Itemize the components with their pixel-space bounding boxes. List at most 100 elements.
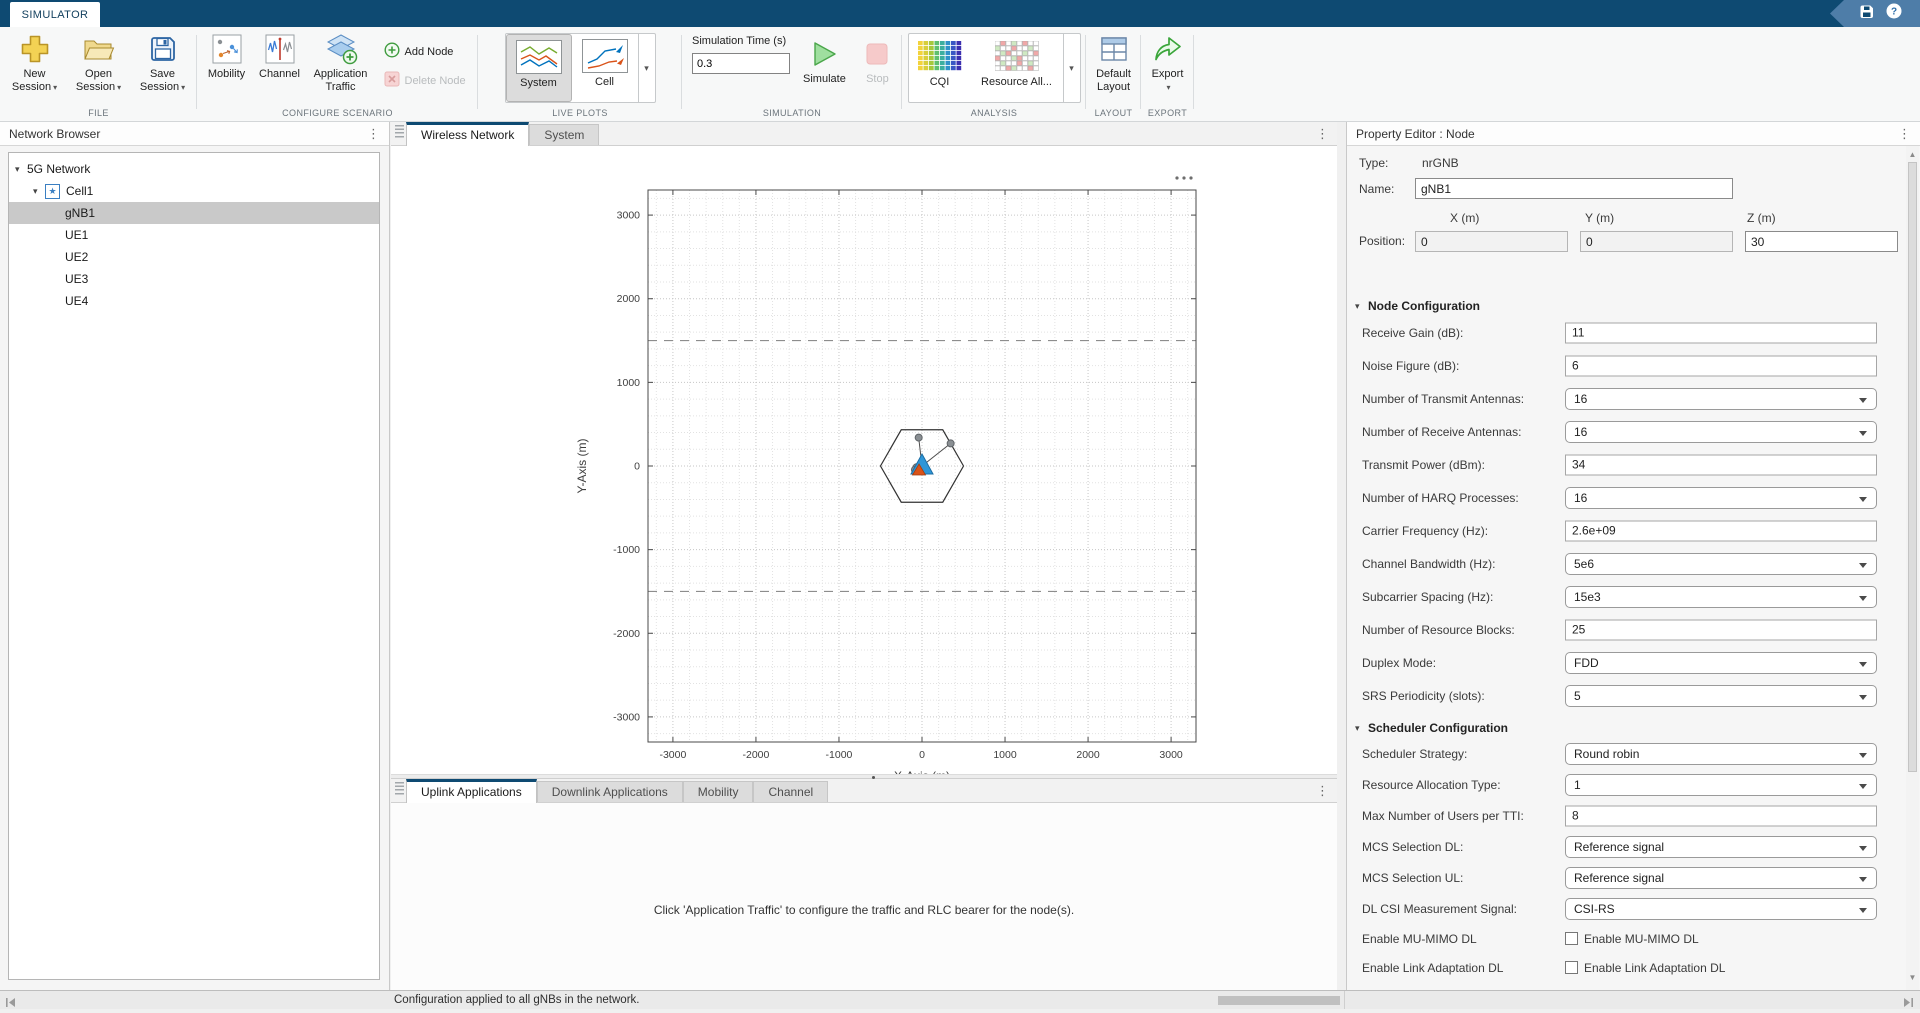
number-of-receive-antennas-dropdown[interactable]: 16 [1565,421,1877,443]
tree-expand-icon[interactable]: ▾ [33,186,45,197]
srs-periodicity-slots-dropdown[interactable]: 5 [1565,685,1877,707]
tree-item-ue4[interactable]: UE4 [9,290,379,312]
svg-text:-3000: -3000 [613,711,640,723]
stop-button[interactable]: Stop [859,35,896,86]
enable-mu-mimo-dl-label: Enable MU-MIMO DL [1362,932,1477,946]
subcarrier-spacing-hz-dropdown[interactable]: 15e3 [1565,586,1877,608]
position-x-input[interactable] [1415,231,1568,252]
add-node-label: Add Node [405,46,454,58]
tab-uplink-applications[interactable]: Uplink Applications [406,779,537,803]
scroll-up-icon[interactable]: ▲ [1906,150,1919,159]
tree-item-ue3[interactable]: UE3 [9,268,379,290]
dropdown-value: 1 [1574,778,1581,792]
live-plots-gallery-dropdown[interactable]: ▾ [638,34,655,102]
kebab-menu-icon[interactable]: ⋮ [1898,127,1911,140]
mcs-selection-dl-dropdown[interactable]: Reference signal [1565,836,1877,858]
simulation-time-label: Simulation Time (s) [692,35,790,47]
receive-gain-db-input[interactable]: 11 [1565,322,1877,343]
enable-link-adaptation-dl-checkbox[interactable] [1565,961,1578,974]
tree-item-cell1[interactable]: ▾★Cell1 [9,180,379,202]
collapse-left-icon[interactable] [5,995,16,1013]
svg-text:-3000: -3000 [659,749,686,761]
default-layout-button[interactable]: Default Layout [1088,30,1140,94]
property-row: Enable Link Adaptation DLEnable Link Ada… [1347,953,1907,982]
property-row: Channel Bandwidth (Hz):5e6 [1347,547,1907,580]
tab-channel[interactable]: Channel [753,781,828,802]
number-of-harq-processes-dropdown[interactable]: 16 [1565,487,1877,509]
mcs-selection-ul-dropdown[interactable]: Reference signal [1565,867,1877,889]
position-y-input[interactable] [1580,231,1733,252]
drag-grip-icon[interactable] [395,782,404,795]
delete-node-button[interactable]: Delete Node [384,71,476,90]
kebab-menu-icon[interactable]: ⋮ [1316,127,1329,140]
section-collapse-icon[interactable]: ▾ [1355,723,1368,734]
scrollbar-vertical[interactable]: ▲ ▼ [1906,146,1919,990]
tab-wireless-network[interactable]: Wireless Network [406,122,529,146]
tab-mobility[interactable]: Mobility [683,781,754,802]
channel-bandwidth-hz-dropdown[interactable]: 5e6 [1565,553,1877,575]
section-header-scheduler-configuration[interactable]: ▾Scheduler Configuration [1355,718,1907,738]
receive-gain-db-label: Receive Gain (dB): [1362,326,1463,340]
tree-item-gnb1[interactable]: gNB1 [9,202,379,224]
transmit-power-dbm-input[interactable]: 34 [1565,454,1877,475]
axes-toolbar-icon [1182,176,1185,179]
tree-item-5g-network[interactable]: ▾5G Network [9,158,379,180]
simulation-time-input[interactable] [692,53,790,74]
new-session-button[interactable]: New Session▾ [6,30,64,94]
position-z-input[interactable] [1745,231,1898,252]
help-icon[interactable]: ? [1886,3,1902,24]
title-bar: SIMULATOR ? [0,0,1920,27]
duplex-mode-dropdown[interactable]: FDD [1565,652,1877,674]
tree-expand-icon[interactable]: ▾ [15,164,27,175]
resource-allocation-icon [994,39,1040,73]
wireless-network-plot[interactable]: -3000-2000-10000100020003000-3000-2000-1… [391,146,1337,774]
subcarrier-spacing-hz-label: Subcarrier Spacing (Hz): [1362,590,1493,604]
section-header-node-configuration[interactable]: ▾Node Configuration [1355,296,1907,316]
scrollbar-horizontal-thumb[interactable] [1218,996,1340,1005]
tree-item-ue1[interactable]: UE1 [9,224,379,246]
system-plot-button[interactable]: System [506,34,572,102]
default-layout-icon [1100,31,1128,67]
tab-simulator[interactable]: SIMULATOR [10,2,100,27]
srs-periodicity-slots-label: SRS Periodicity (slots): [1362,689,1485,703]
noise-figure-db-input[interactable]: 6 [1565,355,1877,376]
resource-allocation-type-dropdown[interactable]: 1 [1565,774,1877,796]
kebab-menu-icon[interactable]: ⋮ [1316,784,1329,797]
resource-allocation-label: Resource All... [981,76,1052,88]
scroll-down-icon[interactable]: ▼ [1906,973,1919,982]
save-session-button[interactable]: Save Session▾ [134,30,192,94]
scheduler-strategy-dropdown[interactable]: Round robin [1565,743,1877,765]
ribbon-group-configure-scenario: Mobility Channel Application Traffic [197,27,478,121]
tab-downlink-applications[interactable]: Downlink Applications [537,781,683,802]
analysis-gallery-dropdown[interactable]: ▾ [1063,34,1080,102]
kebab-menu-icon[interactable]: ⋮ [367,127,380,140]
section-collapse-icon[interactable]: ▾ [1355,301,1368,312]
collapse-right-icon[interactable] [1903,995,1914,1013]
open-session-button[interactable]: Open Session▾ [70,30,128,94]
mobility-button[interactable]: Mobility [200,30,254,81]
drag-grip-icon[interactable] [395,125,404,138]
application-traffic-button[interactable]: Application Traffic [306,30,376,94]
number-of-transmit-antennas-dropdown[interactable]: 16 [1565,388,1877,410]
dl-csi-measurement-signal-dropdown[interactable]: CSI-RS [1565,898,1877,920]
number-of-resource-blocks-input[interactable]: 25 [1565,619,1877,640]
scrollbar-thumb[interactable] [1908,162,1917,772]
channel-button[interactable]: Channel [254,30,306,81]
name-input[interactable] [1415,178,1733,199]
add-node-button[interactable]: Add Node [384,42,476,61]
property-row: Number of Resource Blocks:25 [1347,613,1907,646]
simulate-button[interactable]: Simulate [798,35,851,86]
max-number-of-users-per-tti-input[interactable]: 8 [1565,805,1877,826]
axes-toolbar-icon [1189,176,1192,179]
resource-allocation-button[interactable]: Resource All... [971,34,1063,102]
cqi-button[interactable]: CQI [909,34,971,102]
tab-system[interactable]: System [529,124,599,145]
enable-mu-mimo-dl-checkbox[interactable] [1565,932,1578,945]
export-button[interactable]: Export▾ [1143,30,1193,94]
save-icon[interactable] [1859,4,1874,24]
cell-plot-button[interactable]: Cell [572,34,638,102]
tree-item-ue2[interactable]: UE2 [9,246,379,268]
y-axis-header: Y (m) [1585,211,1614,225]
dropdown-value: Reference signal [1574,871,1664,885]
carrier-frequency-hz-input[interactable]: 2.6e+09 [1565,520,1877,541]
